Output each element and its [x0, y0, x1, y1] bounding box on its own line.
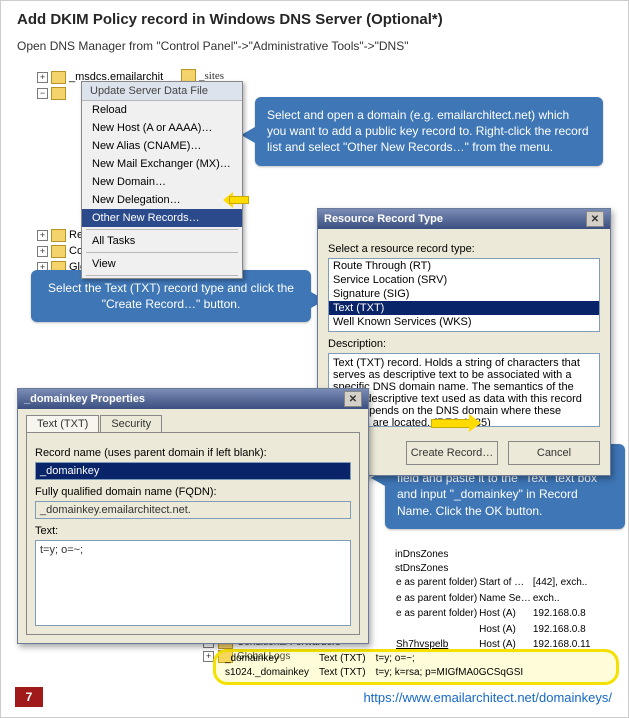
- expand-icon[interactable]: +: [37, 72, 48, 83]
- menu-item-new-mx[interactable]: New Mail Exchanger (MX)…: [82, 155, 242, 173]
- fqdn-label: Fully qualified domain name (FQDN):: [35, 486, 351, 498]
- page-number: 7: [15, 687, 43, 707]
- tab-security[interactable]: Security: [100, 415, 162, 432]
- folder-icon: [51, 245, 66, 258]
- record-name-label: Record name (uses parent domain if left …: [35, 447, 351, 459]
- expand-icon[interactable]: +: [37, 230, 48, 241]
- table-row: _domainkeyText (TXT)t=y; o=~;: [225, 653, 531, 665]
- domainkey-properties-dialog: _domainkey Properties ✕ Text (TXT) Securi…: [17, 388, 369, 644]
- intro-text: Open DNS Manager from "Control Panel"->"…: [17, 39, 409, 53]
- collapse-icon[interactable]: −: [37, 88, 48, 99]
- record-type-option-selected[interactable]: Text (TXT): [329, 301, 599, 315]
- highlight-arrow-icon: [431, 414, 481, 432]
- highlight-arrow-icon: [223, 192, 249, 206]
- close-icon[interactable]: ✕: [344, 391, 362, 407]
- menu-separator: [86, 252, 238, 253]
- table-row: s1024._domainkeyText (TXT)t=y; k=rsa; p=…: [225, 667, 531, 679]
- menu-item-view[interactable]: View: [82, 255, 242, 273]
- fqdn-input: _domainkey.emailarchitect.net.: [35, 501, 351, 519]
- record-type-option[interactable]: Well Known Services (WKS): [329, 315, 599, 329]
- cancel-button[interactable]: Cancel: [508, 441, 600, 465]
- record-type-option[interactable]: X.25: [329, 329, 599, 332]
- menu-item-other-new-records[interactable]: Other New Records…: [82, 209, 242, 227]
- dialog-title: _domainkey Properties: [24, 393, 145, 405]
- folder-icon: [51, 229, 66, 242]
- folder-icon: [51, 87, 66, 100]
- context-menu: Update Server Data File Reload New Host …: [81, 81, 243, 279]
- menu-separator: [86, 229, 238, 230]
- record-type-option[interactable]: Route Through (RT): [329, 259, 599, 273]
- close-icon[interactable]: ✕: [586, 211, 604, 227]
- text-input[interactable]: t=y; o=~;: [35, 540, 351, 626]
- dialog-title: Resource Record Type: [324, 213, 443, 225]
- select-record-type-label: Select a resource record type:: [328, 243, 600, 255]
- menu-item-reload[interactable]: Reload: [82, 101, 242, 119]
- menu-item-new-domain[interactable]: New Domain…: [82, 173, 242, 191]
- record-name-input[interactable]: _domainkey: [35, 462, 351, 480]
- dns-records-snippet: inDnsZones stDnsZones e as parent folder…: [395, 548, 619, 653]
- record-type-option[interactable]: Signature (SIG): [329, 287, 599, 301]
- create-record-button[interactable]: Create Record…: [406, 441, 498, 465]
- menu-item-new-delegation[interactable]: New Delegation…: [82, 191, 242, 209]
- highlighted-records: _domainkeyText (TXT)t=y; o=~; s1024._dom…: [223, 651, 533, 681]
- footer-url[interactable]: https://www.emailarchitect.net/domainkey…: [363, 690, 612, 705]
- record-type-option[interactable]: Service Location (SRV): [329, 273, 599, 287]
- page-title: Add DKIM Policy record in Windows DNS Se…: [17, 11, 443, 28]
- description-label: Description:: [328, 338, 600, 350]
- menu-item-new-host[interactable]: New Host (A or AAAA)…: [82, 119, 242, 137]
- tab-text-txt[interactable]: Text (TXT): [26, 415, 99, 432]
- menu-separator: [86, 275, 238, 276]
- callout-step1: Select and open a domain (e.g. emailarch…: [255, 97, 603, 166]
- menu-item-new-alias[interactable]: New Alias (CNAME)…: [82, 137, 242, 155]
- menu-item-all-tasks[interactable]: All Tasks: [82, 232, 242, 250]
- menu-header: Update Server Data File: [82, 82, 242, 101]
- folder-icon: [51, 71, 66, 84]
- text-label: Text:: [35, 525, 351, 537]
- record-type-listbox[interactable]: Route Through (RT) Service Location (SRV…: [328, 258, 600, 332]
- expand-icon[interactable]: +: [37, 246, 48, 257]
